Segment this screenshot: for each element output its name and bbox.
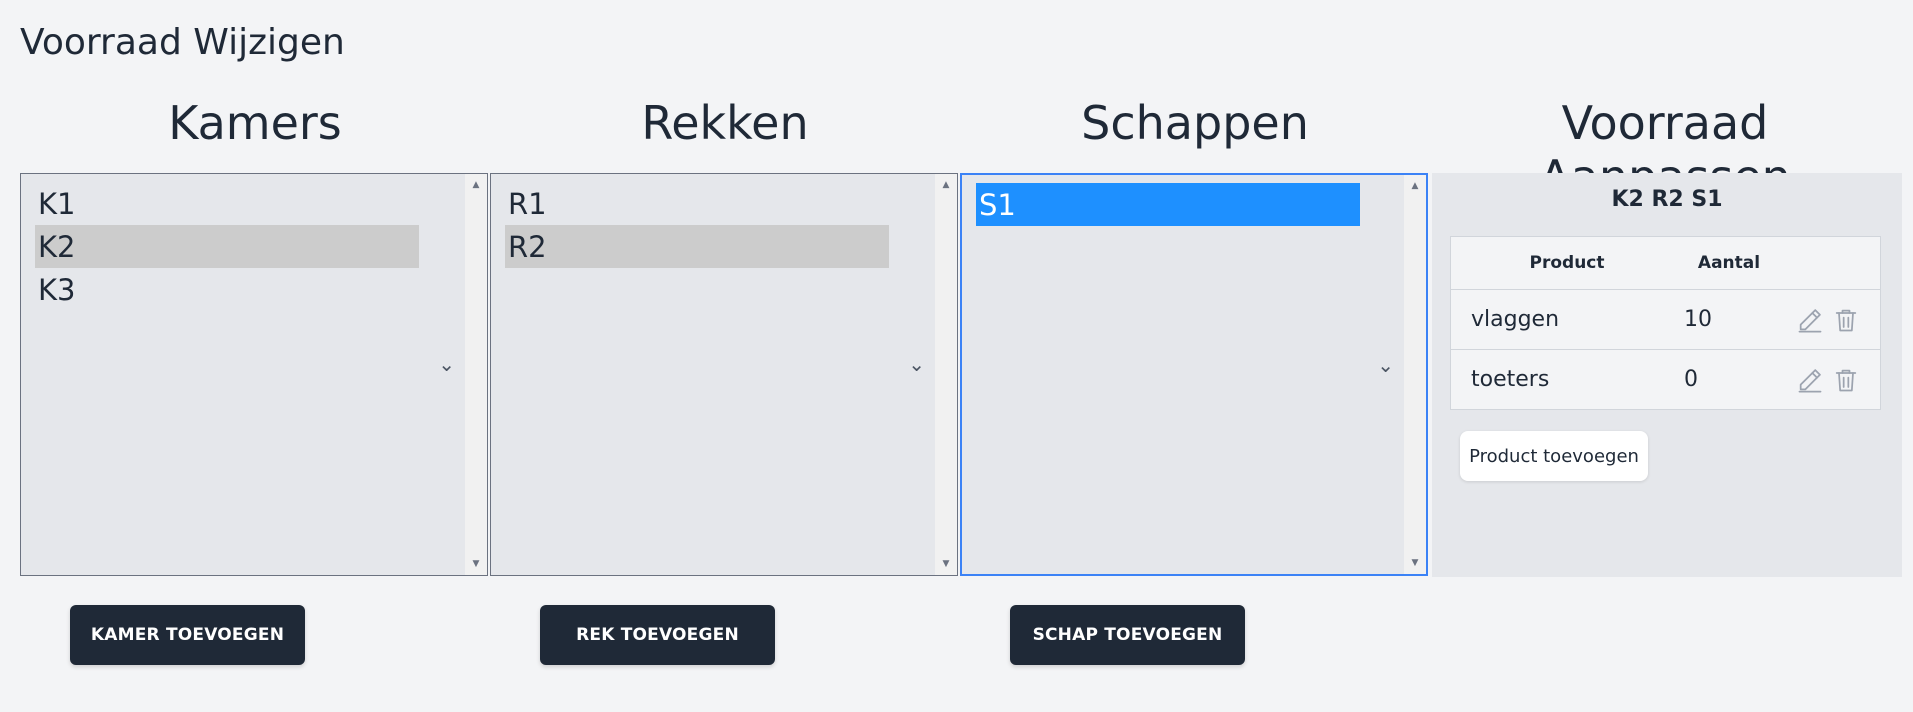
stock-table: Product Aantal vlaggen 10 toeters 0 xyxy=(1450,236,1881,410)
scroll-up-icon[interactable]: ▲ xyxy=(465,180,487,190)
room-item-k2[interactable]: K2 xyxy=(35,225,419,268)
scroll-up-icon[interactable]: ▲ xyxy=(1404,181,1426,191)
column-header-actions xyxy=(1775,236,1881,290)
pencil-icon[interactable] xyxy=(1796,366,1824,394)
room-item-k1[interactable]: K1 xyxy=(35,182,419,225)
add-room-button[interactable]: KAMER TOEVOEGEN xyxy=(70,605,305,665)
stock-panel: K2 R2 S1 Product Aantal vlaggen 10 toete… xyxy=(1432,173,1902,577)
racks-scrollbar[interactable]: ▲ ▼ xyxy=(935,174,957,575)
rooms-list: K1 K2 K3 xyxy=(35,182,419,311)
shelves-list: S1 xyxy=(976,183,1360,226)
chevron-down-icon: ⌄ xyxy=(1377,353,1394,377)
amount-cell: 0 xyxy=(1684,367,1698,392)
racks-listbox[interactable]: R1 R2 ⌄ ▲ ▼ xyxy=(490,173,958,576)
racks-list: R1 R2 xyxy=(505,182,889,268)
row-actions xyxy=(1775,350,1881,410)
table-row: vlaggen 10 xyxy=(1450,289,1881,350)
rooms-heading: Kamers xyxy=(168,96,342,150)
rooms-scrollbar[interactable]: ▲ ▼ xyxy=(465,174,487,575)
shelves-scrollbar[interactable]: ▲ ▼ xyxy=(1404,175,1426,574)
table-row: toeters 0 xyxy=(1451,350,1881,410)
page-title: Voorraad Wijzigen xyxy=(20,22,345,63)
room-item-k3[interactable]: K3 xyxy=(35,268,419,311)
chevron-down-icon: ⌄ xyxy=(908,352,925,376)
chevron-down-icon: ⌄ xyxy=(438,352,455,376)
row-actions xyxy=(1775,289,1881,350)
product-cell: vlaggen xyxy=(1450,289,1683,350)
amount-cell: 10 xyxy=(1683,289,1775,350)
pencil-icon[interactable] xyxy=(1796,306,1824,334)
shelves-heading: Schappen xyxy=(1081,96,1309,150)
column-header-amount: Aantal xyxy=(1683,236,1775,290)
shelves-listbox[interactable]: S1 ⌄ ▲ ▼ xyxy=(960,173,1428,576)
product-cell: toeters xyxy=(1471,367,1550,392)
table-header-row: Product Aantal xyxy=(1450,236,1881,290)
trash-icon[interactable] xyxy=(1832,366,1860,394)
add-shelf-button[interactable]: SCHAP TOEVOEGEN xyxy=(1010,605,1245,665)
add-product-button[interactable]: Product toevoegen xyxy=(1460,431,1648,481)
scroll-down-icon[interactable]: ▼ xyxy=(1404,558,1426,568)
column-header-product: Product xyxy=(1450,236,1683,290)
scroll-down-icon[interactable]: ▼ xyxy=(935,559,957,569)
rack-item-r1[interactable]: R1 xyxy=(505,182,889,225)
trash-icon[interactable] xyxy=(1832,306,1860,334)
rack-item-r2[interactable]: R2 xyxy=(505,225,889,268)
scroll-down-icon[interactable]: ▼ xyxy=(465,559,487,569)
scroll-up-icon[interactable]: ▲ xyxy=(935,180,957,190)
racks-heading: Rekken xyxy=(641,96,809,150)
add-rack-button[interactable]: REK TOEVOEGEN xyxy=(540,605,775,665)
stock-location-title: K2 R2 S1 xyxy=(1611,187,1723,212)
rooms-listbox[interactable]: K1 K2 K3 ⌄ ▲ ▼ xyxy=(20,173,488,576)
shelf-item-s1[interactable]: S1 xyxy=(976,183,1360,226)
